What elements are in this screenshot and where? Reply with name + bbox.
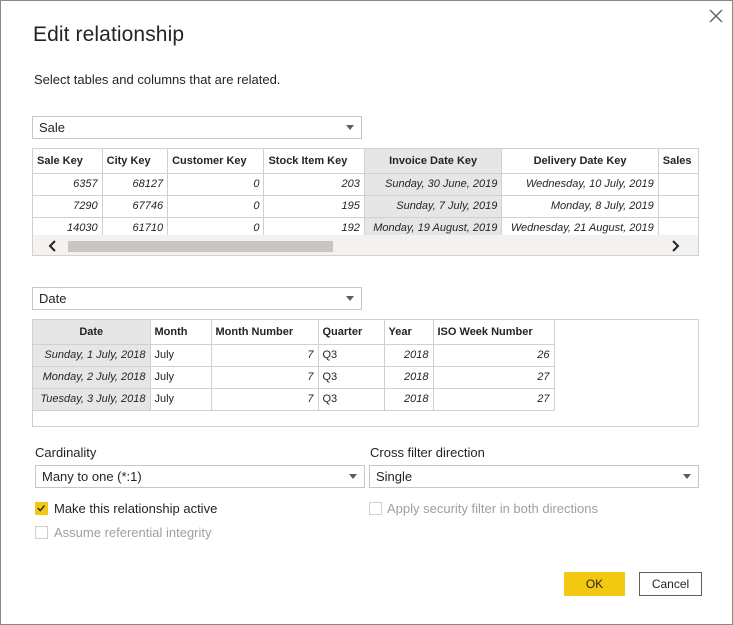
table-cell: Sunday, 1 July, 2018	[33, 344, 151, 367]
table-cell: Wednesday, 10 July, 2019	[501, 173, 659, 196]
table1-header-row: Sale Key City Key Customer Key Stock Ite…	[33, 149, 698, 174]
horizontal-scrollbar[interactable]	[33, 235, 698, 255]
table-cell: July	[150, 388, 212, 411]
security-filter-checkbox[interactable]	[369, 502, 382, 515]
table-row: 6357 68127 0 203 Sunday, 30 June, 2019 W…	[33, 173, 698, 196]
table-cell: 27	[433, 366, 555, 389]
table-cell: 7290	[33, 195, 103, 218]
table1-column-header[interactable]: Delivery Date Key	[501, 149, 659, 174]
cardinality-select[interactable]: Many to one (*:1)	[35, 465, 365, 488]
table2-header-row: Date Month Month Number Quarter Year ISO…	[33, 320, 555, 345]
table-cell: 7	[211, 388, 319, 411]
table1-column-header-selected[interactable]: Invoice Date Key	[364, 149, 503, 174]
table-cell: Q3	[318, 388, 385, 411]
table-cell: 6357	[33, 173, 103, 196]
table-row: Sunday, 1 July, 2018 July 7 Q3 2018 26	[33, 344, 555, 367]
table1-preview-table: Sale Key City Key Customer Key Stock Ite…	[33, 149, 698, 240]
chevron-down-icon	[683, 474, 691, 479]
table2-column-header[interactable]: ISO Week Number	[433, 320, 555, 345]
table-cell: 2018	[384, 344, 434, 367]
table1-preview-grid: Sale Key City Key Customer Key Stock Ite…	[32, 148, 699, 256]
table2-column-header[interactable]: Month	[150, 320, 212, 345]
check-icon	[37, 505, 45, 512]
table2-preview-grid: Date Month Month Number Quarter Year ISO…	[32, 319, 699, 427]
table-cell: Sunday, 30 June, 2019	[364, 173, 503, 196]
table-cell: Q3	[318, 344, 385, 367]
table-cell: Monday, 2 July, 2018	[33, 366, 151, 389]
close-icon[interactable]	[707, 7, 725, 25]
table1-column-header[interactable]: Customer Key	[167, 149, 265, 174]
make-active-checkbox[interactable]	[35, 502, 48, 515]
make-active-label[interactable]: Make this relationship active	[54, 501, 217, 516]
table-cell: Monday, 8 July, 2019	[501, 195, 659, 218]
table-cell: Sunday, 7 July, 2019	[364, 195, 503, 218]
cardinality-label: Cardinality	[35, 445, 97, 460]
cross-filter-value: Single	[376, 469, 413, 484]
table-cell: July	[150, 366, 212, 389]
cross-filter-label: Cross filter direction	[370, 445, 485, 460]
chevron-down-icon	[349, 474, 357, 479]
ok-button[interactable]: OK	[564, 572, 625, 596]
table-cell: 7	[211, 344, 319, 367]
table1-column-header[interactable]: Stock Item Key	[263, 149, 365, 174]
table-cell: 2018	[384, 366, 434, 389]
table2-column-header[interactable]: Quarter	[318, 320, 385, 345]
scroll-right-icon[interactable]	[669, 239, 681, 253]
table-cell: 0	[167, 195, 265, 218]
table1-select-value: Sale	[39, 120, 66, 135]
table2-select[interactable]: Date	[32, 287, 362, 310]
table-cell: Q3	[318, 366, 385, 389]
table-cell: 67746	[102, 195, 169, 218]
table-cell: 68127	[102, 173, 169, 196]
referential-integrity-label: Assume referential integrity	[54, 525, 212, 540]
table-cell: 27	[433, 388, 555, 411]
table-cell: 195	[263, 195, 365, 218]
table-cell: Tuesday, 3 July, 2018	[33, 388, 151, 411]
scrollbar-thumb[interactable]	[68, 241, 333, 252]
referential-integrity-checkbox[interactable]	[35, 526, 48, 539]
cross-filter-select[interactable]: Single	[369, 465, 699, 488]
table-cell: 203	[263, 173, 365, 196]
chevron-down-icon	[346, 296, 354, 301]
table-cell	[658, 195, 698, 218]
table-cell: 26	[433, 344, 555, 367]
table2-column-header[interactable]: Month Number	[211, 320, 319, 345]
table2-select-value: Date	[39, 291, 67, 306]
edit-relationship-dialog: Edit relationship Select tables and colu…	[0, 0, 733, 625]
table1-select[interactable]: Sale	[32, 116, 362, 139]
dialog-subtitle: Select tables and columns that are relat…	[34, 72, 281, 87]
cardinality-value: Many to one (*:1)	[42, 469, 142, 484]
table-row: Monday, 2 July, 2018 July 7 Q3 2018 27	[33, 366, 555, 389]
chevron-down-icon	[346, 125, 354, 130]
table2-column-header[interactable]: Year	[384, 320, 434, 345]
security-filter-label: Apply security filter in both directions	[387, 501, 598, 516]
cancel-button[interactable]: Cancel	[639, 572, 702, 596]
table1-column-header[interactable]: Sales	[658, 149, 698, 174]
table-cell: 7	[211, 366, 319, 389]
table-cell: July	[150, 344, 212, 367]
table2-column-header-selected[interactable]: Date	[33, 320, 151, 345]
table2-preview-table: Date Month Month Number Quarter Year ISO…	[33, 320, 555, 411]
table-cell	[658, 173, 698, 196]
table-row: Tuesday, 3 July, 2018 July 7 Q3 2018 27	[33, 388, 555, 411]
scroll-left-icon[interactable]	[47, 239, 59, 253]
table-cell: 2018	[384, 388, 434, 411]
dialog-title: Edit relationship	[33, 23, 185, 46]
table-row: 7290 67746 0 195 Sunday, 7 July, 2019 Mo…	[33, 195, 698, 218]
table-cell: 0	[167, 173, 265, 196]
table1-column-header[interactable]: Sale Key	[33, 149, 103, 174]
table1-column-header[interactable]: City Key	[102, 149, 169, 174]
